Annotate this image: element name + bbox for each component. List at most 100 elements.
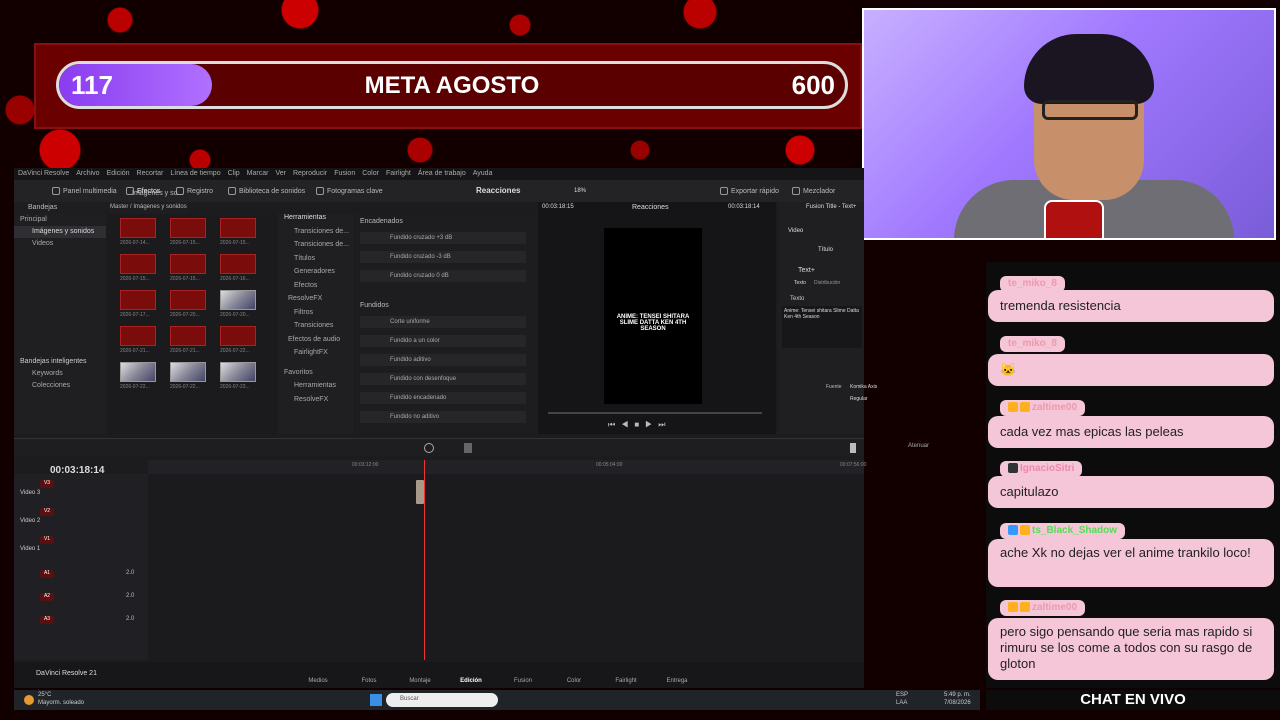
media-panel-button[interactable]: Panel multimedia xyxy=(52,187,117,195)
fx-item[interactable]: Fundido cruzado -3 dB xyxy=(360,251,526,263)
link-icon[interactable] xyxy=(424,443,434,453)
page-media[interactable]: Medios xyxy=(298,678,338,684)
fx-tree-item[interactable]: Transiciones xyxy=(278,322,354,336)
page-fairlight[interactable]: Fairlight xyxy=(606,678,646,684)
menu-item[interactable]: Color xyxy=(362,170,379,178)
smart-bin-item[interactable]: Keywords xyxy=(14,368,106,380)
bin-root[interactable]: Principal xyxy=(14,214,106,226)
menu-item[interactable]: Ver xyxy=(275,170,286,178)
menu-item[interactable]: Archivo xyxy=(76,170,99,178)
viewer-name[interactable]: Reacciones xyxy=(632,204,669,211)
media-thumbnail[interactable] xyxy=(120,218,156,238)
menu-item[interactable]: Clip xyxy=(228,170,240,178)
menu-item[interactable]: Reproducir xyxy=(293,170,327,178)
fx-item[interactable]: Fundido cruzado +3 dB xyxy=(360,232,526,244)
weather-temp[interactable]: 25°C xyxy=(38,692,51,698)
clock-date[interactable]: 7/08/2026 xyxy=(944,700,971,706)
keyframes-button[interactable]: Fotogramas clave xyxy=(316,187,383,195)
media-thumbnail[interactable] xyxy=(220,362,256,382)
weather-desc[interactable]: Mayorm. soleado xyxy=(38,700,84,706)
media-thumbnail[interactable] xyxy=(120,290,156,310)
media-thumbnail[interactable] xyxy=(170,290,206,310)
fx-tree-item[interactable]: Títulos xyxy=(278,255,354,269)
fx-tree-item[interactable]: Favoritos xyxy=(278,369,354,383)
page-edit[interactable]: Edición xyxy=(451,678,491,684)
fx-tree-item[interactable]: Efectos de audio xyxy=(278,336,354,350)
track-id[interactable]: V2 xyxy=(40,508,54,516)
media-thumbnail[interactable] xyxy=(120,254,156,274)
smart-bin-item[interactable]: Colecciones xyxy=(14,380,106,392)
fx-item[interactable]: Fundido aditivo xyxy=(360,354,526,366)
media-thumbnail[interactable] xyxy=(220,254,256,274)
menu-item[interactable]: Edición xyxy=(107,170,130,178)
viewer-scrubber[interactable] xyxy=(548,412,762,414)
menu-item[interactable]: DaVinci Resolve xyxy=(18,170,69,178)
media-thumbnail[interactable] xyxy=(170,254,206,274)
menu-item[interactable]: Fusion xyxy=(334,170,355,178)
timeline-clip[interactable] xyxy=(416,480,424,504)
menu-item[interactable]: Fairlight xyxy=(386,170,411,178)
track-id[interactable]: A2 xyxy=(40,593,54,601)
track-id[interactable]: V3 xyxy=(40,480,54,488)
mixer-button[interactable]: Mezclador xyxy=(792,187,835,195)
fx-tree-item[interactable]: Efectos xyxy=(278,282,354,296)
taskbar-search[interactable]: Buscar xyxy=(386,693,498,707)
quick-export-button[interactable]: Exportar rápido xyxy=(720,187,779,195)
media-thumbnail[interactable] xyxy=(120,326,156,346)
media-thumbnail[interactable] xyxy=(220,326,256,346)
text-value-field[interactable]: Anime: Tensei shitara Slime Datta Ken 4t… xyxy=(782,306,862,348)
bin-dropdown[interactable]: Imágenes y so... xyxy=(132,190,192,202)
page-deliver[interactable]: Entrega xyxy=(657,678,697,684)
media-thumbnail[interactable] xyxy=(170,218,206,238)
fx-tree-item[interactable]: ResolveFX xyxy=(278,295,354,309)
page-cut[interactable]: Montaje xyxy=(400,678,440,684)
fx-item[interactable]: Fundido a un color xyxy=(360,335,526,347)
fx-tree-header[interactable]: Herramientas xyxy=(278,214,354,228)
smart-bins-header[interactable]: Bandejas inteligentes xyxy=(14,356,106,368)
transport-controls[interactable]: ⏮◀■▶⏭ xyxy=(608,420,672,430)
fx-tree-item[interactable]: Herramientas xyxy=(278,382,354,396)
inspector-tab-video[interactable]: Video xyxy=(788,228,803,234)
fx-tree-item[interactable]: FairlightFX xyxy=(278,349,354,363)
page-color[interactable]: Color xyxy=(554,678,594,684)
fx-tree-item[interactable]: Filtros xyxy=(278,309,354,323)
fx-tree-item[interactable]: Generadores xyxy=(278,268,354,282)
fx-tree-item[interactable]: Transiciones de... xyxy=(278,241,354,255)
media-thumbnail[interactable] xyxy=(220,290,256,310)
viewer-zoom[interactable]: 18% xyxy=(574,188,586,194)
bin-item[interactable]: Videos xyxy=(14,238,106,250)
lock-icon[interactable] xyxy=(464,443,472,453)
media-thumbnail[interactable] xyxy=(120,362,156,382)
fx-item[interactable]: Corte uniforme xyxy=(360,316,526,328)
menu-item[interactable]: Área de trabajo xyxy=(418,170,466,178)
menu-item[interactable]: Línea de tiempo xyxy=(170,170,220,178)
media-thumbnail[interactable] xyxy=(170,326,206,346)
menu-item[interactable]: Ayuda xyxy=(473,170,493,178)
style-dropdown[interactable]: Regular xyxy=(850,396,868,402)
fx-item[interactable]: Fundido encadenado xyxy=(360,392,526,404)
fx-tree-item[interactable]: ResolveFX xyxy=(278,396,354,410)
page-fusion[interactable]: Fusion xyxy=(503,678,543,684)
media-thumbnail[interactable] xyxy=(170,362,206,382)
fx-item[interactable]: Fundido con desenfoque xyxy=(360,373,526,385)
clock-time[interactable]: 5:49 p. m. xyxy=(944,692,971,698)
menu-item[interactable]: Recortar xyxy=(137,170,164,178)
fx-item[interactable]: Fundido no aditivo xyxy=(360,411,526,423)
fx-tree-item[interactable]: Transiciones de... xyxy=(278,228,354,242)
track-id[interactable]: A1 xyxy=(40,570,54,578)
bin-item[interactable]: Imágenes y sonidos xyxy=(14,226,106,238)
windows-start-icon[interactable] xyxy=(370,694,382,706)
inspector-subtab[interactable]: Texto xyxy=(794,280,806,286)
viewer-screen[interactable]: ANIME: TENSEI SHITARA SLIME DATTA KEN 4T… xyxy=(604,228,702,404)
timeline-ruler[interactable]: 00:03:12:00 00:05:04:00 00:07:56:00 xyxy=(148,460,866,474)
page-photos[interactable]: Fotos xyxy=(349,678,389,684)
media-thumbnail[interactable] xyxy=(220,218,256,238)
attenuate-button[interactable]: Atenuar xyxy=(908,443,929,449)
font-dropdown[interactable]: Komika Axis xyxy=(850,384,877,390)
sound-library-button[interactable]: Biblioteca de sonidos xyxy=(228,187,305,195)
track-id[interactable]: V1 xyxy=(40,536,54,544)
inspector-subtab[interactable]: Distribución xyxy=(814,280,840,286)
playhead[interactable] xyxy=(424,460,425,660)
menu-item[interactable]: Marcar xyxy=(247,170,269,178)
volume-icon[interactable] xyxy=(850,443,856,453)
